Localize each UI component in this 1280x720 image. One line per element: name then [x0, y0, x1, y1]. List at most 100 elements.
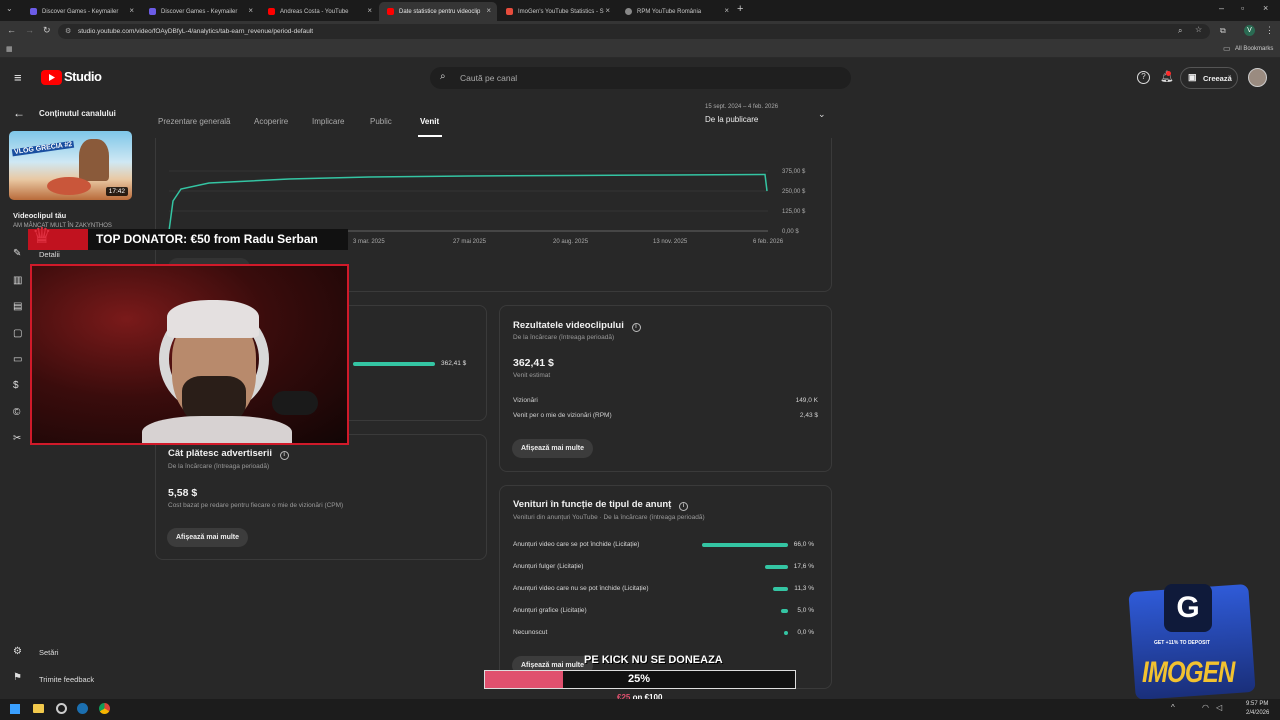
comments-icon[interactable]: ▢ — [13, 328, 25, 340]
close-tab-icon[interactable]: × — [129, 6, 134, 15]
browser-tab-4[interactable]: Date statistice pentru videoclip × — [379, 2, 497, 21]
steam-icon[interactable] — [77, 703, 88, 714]
tab-engagement[interactable]: Implicare — [312, 117, 344, 126]
ad-type-label: Anunțuri video care se pot închide (Lici… — [513, 541, 640, 548]
account-avatar[interactable] — [1248, 68, 1267, 87]
browser-tab-1[interactable]: Discover Games - Keymailer × — [22, 2, 140, 21]
video-camera-icon: ▣ — [1188, 72, 1197, 82]
help-icon[interactable]: ? — [1137, 71, 1150, 84]
video-results-more-button[interactable]: Afișează mai multe — [512, 439, 594, 458]
browser-tab-5[interactable]: ImoGen's YouTube Statistics - S × — [498, 2, 616, 21]
apps-icon[interactable]: ▦ — [6, 45, 13, 53]
close-tab-icon[interactable]: × — [724, 6, 729, 15]
donation-goal: PE KICK NU SE DONEAZA 25% €25 on €100 — [484, 652, 796, 702]
back-arrow-icon[interactable]: ← — [13, 106, 25, 120]
windows-start-icon[interactable] — [10, 704, 20, 714]
extensions-icon[interactable]: ⧉ — [1220, 26, 1226, 36]
x-tick-label: 27 mai 2025 — [453, 239, 487, 245]
channel-search-input[interactable]: ⌕ Caută pe canal — [430, 67, 851, 89]
revenue-bar-value: 362,41 $ — [441, 360, 467, 367]
tab-revenue[interactable]: Venit — [420, 117, 439, 126]
file-explorer-icon[interactable] — [33, 704, 44, 713]
ad-type-label: Anunțuri grafice (Licitație) — [513, 607, 587, 614]
browser-menu-icon[interactable]: ⋮ — [1265, 25, 1274, 36]
subtitles-icon[interactable]: ▭ — [13, 354, 25, 366]
analytics-icon[interactable]: ▥ — [13, 275, 25, 287]
hamburger-menu-icon[interactable]: ≡ — [14, 70, 22, 85]
tab-overview[interactable]: Prezentare generală — [158, 117, 231, 126]
forward-icon[interactable]: → — [25, 25, 34, 35]
obs-icon[interactable] — [56, 703, 67, 714]
keymailer-favicon-icon — [149, 8, 156, 15]
info-icon[interactable]: i — [279, 451, 289, 460]
ad-type-value: 66,0 % — [793, 541, 814, 548]
youtube-logo-icon[interactable] — [41, 70, 62, 85]
chevron-down-icon: ⌄ — [818, 109, 826, 119]
views-label: Vizionări — [513, 397, 538, 404]
tab-audience[interactable]: Public — [370, 117, 392, 126]
tab-search-icon[interactable]: ⌄ — [6, 4, 13, 13]
zoom-icon[interactable]: ⌕ — [1178, 26, 1182, 36]
editor-icon[interactable]: ▤ — [13, 301, 25, 313]
video-thumbnail[interactable]: VLOG GRECIA #2 17:42 — [9, 131, 132, 200]
tab-reach[interactable]: Acoperire — [254, 117, 288, 126]
close-tab-icon[interactable]: × — [248, 6, 253, 15]
close-window-icon[interactable]: × — [1263, 3, 1268, 13]
info-icon[interactable]: i — [631, 323, 641, 332]
sponsor-promo: GET +11% TO DEPOSIT — [1154, 640, 1210, 646]
info-icon[interactable]: i — [678, 502, 688, 511]
all-bookmarks-link[interactable]: All Bookmarks — [1235, 46, 1273, 52]
sponsor-name: IMOGEN — [1142, 656, 1235, 689]
maximize-icon[interactable]: ▫ — [1241, 3, 1244, 13]
ad-types-title: Venituri în funcție de tipul de anunț i — [513, 499, 688, 511]
revenue-bar — [353, 362, 435, 366]
copyright-icon[interactable]: © — [13, 407, 25, 419]
folder-icon: ▭ — [1223, 44, 1231, 53]
feedback-icon[interactable]: ⚑ — [13, 672, 25, 684]
cpm-value: 5,58 $ — [168, 487, 198, 499]
bookmark-star-icon[interactable]: ☆ — [1195, 25, 1202, 34]
period-selector[interactable]: 15 sept. 2024 – 4 feb. 2026 De la public… — [700, 102, 830, 130]
profile-icon[interactable]: V — [1244, 25, 1255, 36]
sidebar-item-details[interactable]: Detalii — [39, 250, 60, 259]
monetization-icon[interactable]: $ — [13, 380, 25, 392]
browser-tab-6[interactable]: RPM YouTube România × — [617, 2, 735, 21]
advertisers-more-button[interactable]: Afișează mai multe — [167, 528, 249, 547]
your-video-label: Videoclipul tău — [13, 211, 67, 220]
wifi-icon[interactable]: ◠ — [1202, 703, 1209, 712]
sidebar-item-feedback[interactable]: Trimite feedback — [39, 675, 94, 684]
back-icon[interactable]: ← — [7, 25, 16, 35]
clock-time[interactable]: 9:57 PM — [1246, 701, 1268, 707]
sidebar-item-settings[interactable]: Setări — [39, 648, 59, 657]
reload-icon[interactable]: ↻ — [43, 25, 51, 36]
pencil-icon[interactable]: ✎ — [13, 248, 25, 260]
play-triangle-icon — [49, 74, 55, 81]
create-button[interactable]: ▣ Creează — [1180, 67, 1238, 89]
y-tick-label: 375,00 $ — [782, 169, 806, 175]
ad-type-value: 5,0 % — [797, 607, 814, 614]
tray-chevron-icon[interactable]: ^ — [1171, 703, 1175, 712]
estimated-revenue-label: Venit estimat — [513, 372, 551, 379]
clock-date[interactable]: 2/4/2026 — [1246, 710, 1269, 716]
y-tick-label: 0,00 $ — [782, 229, 799, 235]
browser-tab-3[interactable]: Andreas Costa - YouTube × — [260, 2, 378, 21]
tab-label: Date statistice pentru videoclip — [399, 8, 481, 15]
goal-progress-fill — [485, 671, 563, 688]
url-input[interactable]: ⚙ studio.youtube.com/video/fOAyDBfyL-4/a… — [58, 24, 1210, 39]
chrome-icon[interactable] — [99, 703, 110, 714]
settings-gear-icon[interactable]: ⚙ — [13, 646, 25, 658]
clips-scissors-icon[interactable]: ✂ — [13, 433, 25, 445]
close-tab-icon[interactable]: × — [605, 6, 610, 15]
close-tab-icon[interactable]: × — [486, 6, 491, 15]
search-icon: ⌕ — [440, 71, 446, 82]
new-tab-icon[interactable]: + — [737, 3, 743, 15]
browser-tab-2[interactable]: Discover Games - Keymailer × — [141, 2, 259, 21]
rpm-value: 2,43 $ — [799, 412, 818, 419]
minimize-icon[interactable]: – — [1219, 3, 1224, 13]
period-label: De la publicare — [705, 115, 759, 124]
site-info-icon[interactable]: ⚙ — [65, 27, 71, 35]
close-tab-icon[interactable]: × — [367, 6, 372, 15]
channel-content-link[interactable]: Conținutul canalului — [39, 109, 116, 118]
volume-icon[interactable]: ◁ — [1216, 703, 1222, 712]
donator-text: TOP DONATOR: €50 from Radu Serban — [96, 232, 318, 246]
